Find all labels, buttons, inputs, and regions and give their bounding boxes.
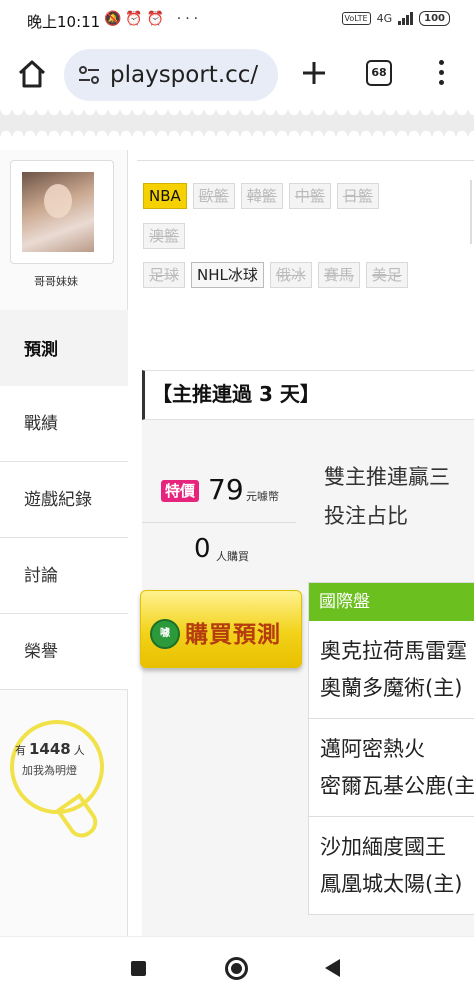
fan-prefix: 有 — [15, 744, 26, 757]
site-settings-icon[interactable] — [78, 66, 100, 84]
status-indicators: VoLTE 4G 100 — [341, 11, 450, 26]
away-team: 邁阿密熱火 — [320, 737, 425, 761]
buy-prediction-label: 購買預測 — [185, 622, 281, 648]
list-item: 邁阿密熱火 密爾瓦基公鹿(主) — [309, 719, 474, 817]
status-time: 晚上10:11 — [27, 13, 101, 31]
category-row-other: 足球 NHL冰球 俄冰 賽馬 美足 — [143, 262, 408, 288]
offer-description-line2: 投注占比 — [324, 504, 408, 528]
sidebar-item-game-history[interactable]: 遊戲紀錄 — [0, 462, 128, 538]
price-value: 79 — [208, 473, 244, 506]
category-horse-racing[interactable]: 賽馬 — [317, 262, 360, 288]
avatar-card[interactable] — [10, 160, 114, 264]
url-text: playsport.cc/ — [110, 62, 259, 88]
divider — [142, 522, 296, 523]
category-japan-basketball[interactable]: 日籃 — [336, 183, 379, 209]
system-navigation-bar — [0, 936, 474, 1000]
category-nhl[interactable]: NHL冰球 — [191, 262, 264, 288]
away-team: 奧克拉荷馬雷霆 — [320, 639, 467, 663]
browser-toolbar: playsport.cc/ 68 — [0, 44, 474, 106]
tab-switcher-button[interactable]: 68 — [366, 60, 392, 86]
fan-count: 1448 — [29, 740, 71, 758]
sale-badge: 特價 — [161, 480, 200, 502]
category-russia-hockey[interactable]: 俄冰 — [269, 262, 312, 288]
offer-description-line1: 雙主推連贏三 — [324, 465, 450, 489]
decorative-border — [0, 110, 474, 136]
home-team: 鳳凰城太陽(主) — [320, 872, 463, 896]
buy-prediction-button[interactable]: 噱 購買預測 — [140, 590, 302, 668]
category-row-basketball: NBA 歐籃 韓籃 中籃 日籃 — [143, 183, 379, 209]
fan-caption: 加我為明燈 — [22, 764, 77, 777]
home-circle-icon[interactable] — [225, 957, 248, 980]
sidebar-item-discussion[interactable]: 討論 — [0, 538, 128, 614]
category-korea-basketball[interactable]: 韓籃 — [240, 183, 283, 209]
address-bar[interactable]: playsport.cc/ — [64, 49, 278, 101]
category-row-basketball-2: 澳籃 — [143, 223, 186, 249]
back-icon[interactable] — [325, 959, 340, 977]
category-china-basketball[interactable]: 中籃 — [288, 183, 331, 209]
home-team: 奧蘭多魔術(主) — [320, 676, 463, 700]
sidebar-item-honors[interactable]: 榮譽 — [0, 614, 128, 690]
notification-icons: 🔕⏰⏰ ··· — [104, 11, 203, 27]
new-tab-icon[interactable] — [300, 59, 328, 87]
network-label: 4G — [376, 12, 393, 25]
fan-count-line: 有 1448 人 — [15, 740, 85, 758]
section-heading: 【主推連過 3 天】 — [142, 370, 474, 420]
volte-icon: VoLTE — [341, 12, 371, 25]
follow-lightbulb-button[interactable]: 有 1448 人 加我為明燈 — [10, 720, 120, 843]
sidebar-item-predictions[interactable]: 預測 — [0, 310, 128, 386]
price-box: 特價 79 元噱幣 0 人購買 — [142, 440, 302, 580]
signal-icon — [398, 12, 414, 25]
list-item: 沙加緬度國王 鳳凰城太陽(主) — [309, 817, 474, 914]
profile-name[interactable]: 哥哥妹妹 — [0, 273, 112, 289]
divider — [470, 180, 472, 244]
more-menu-icon[interactable] — [436, 60, 446, 90]
game-list: 國際盤 奧克拉荷馬雷霆 奧蘭多魔術(主) 邁阿密熱火 密爾瓦基公鹿(主) 沙加緬… — [308, 582, 474, 915]
coin-icon: 噱 — [150, 619, 180, 649]
category-filter: NBA 歐籃 韓籃 中籃 日籃 澳籃 足球 NHL冰球 俄冰 賽馬 美足 — [137, 160, 474, 370]
offer-description: 雙主推連贏三 投注占比 — [324, 458, 474, 536]
status-bar: 晚上10:11 🔕⏰⏰ ··· VoLTE 4G 100 — [0, 0, 474, 44]
sidebar-item-record[interactable]: 戰績 — [0, 386, 128, 462]
list-item: 奧克拉荷馬雷霆 奧蘭多魔術(主) — [309, 621, 474, 719]
price-unit: 元噱幣 — [246, 490, 279, 503]
away-team: 沙加緬度國王 — [320, 835, 446, 859]
category-nba[interactable]: NBA — [143, 183, 187, 209]
category-american-football[interactable]: 美足 — [365, 262, 408, 288]
profile-sidebar: 哥哥妹妹 預測 戰績 遊戲紀錄 討論 榮譽 有 1448 人 加我為明燈 — [0, 150, 128, 936]
category-euro-basketball[interactable]: 歐籃 — [192, 183, 235, 209]
home-icon[interactable] — [16, 58, 48, 90]
buyer-count: 0 — [194, 534, 211, 564]
fan-suffix: 人 — [73, 744, 85, 757]
game-list-header: 國際盤 — [309, 583, 474, 621]
avatar[interactable] — [22, 172, 94, 252]
battery-icon: 100 — [419, 11, 450, 26]
recents-icon[interactable] — [131, 961, 146, 976]
category-soccer[interactable]: 足球 — [143, 262, 186, 288]
sidebar-nav: 預測 戰績 遊戲紀錄 討論 榮譽 — [0, 310, 128, 690]
buyer-unit: 人購買 — [216, 550, 249, 563]
category-australia-basketball[interactable]: 澳籃 — [143, 223, 186, 249]
home-team: 密爾瓦基公鹿(主) — [320, 774, 474, 798]
